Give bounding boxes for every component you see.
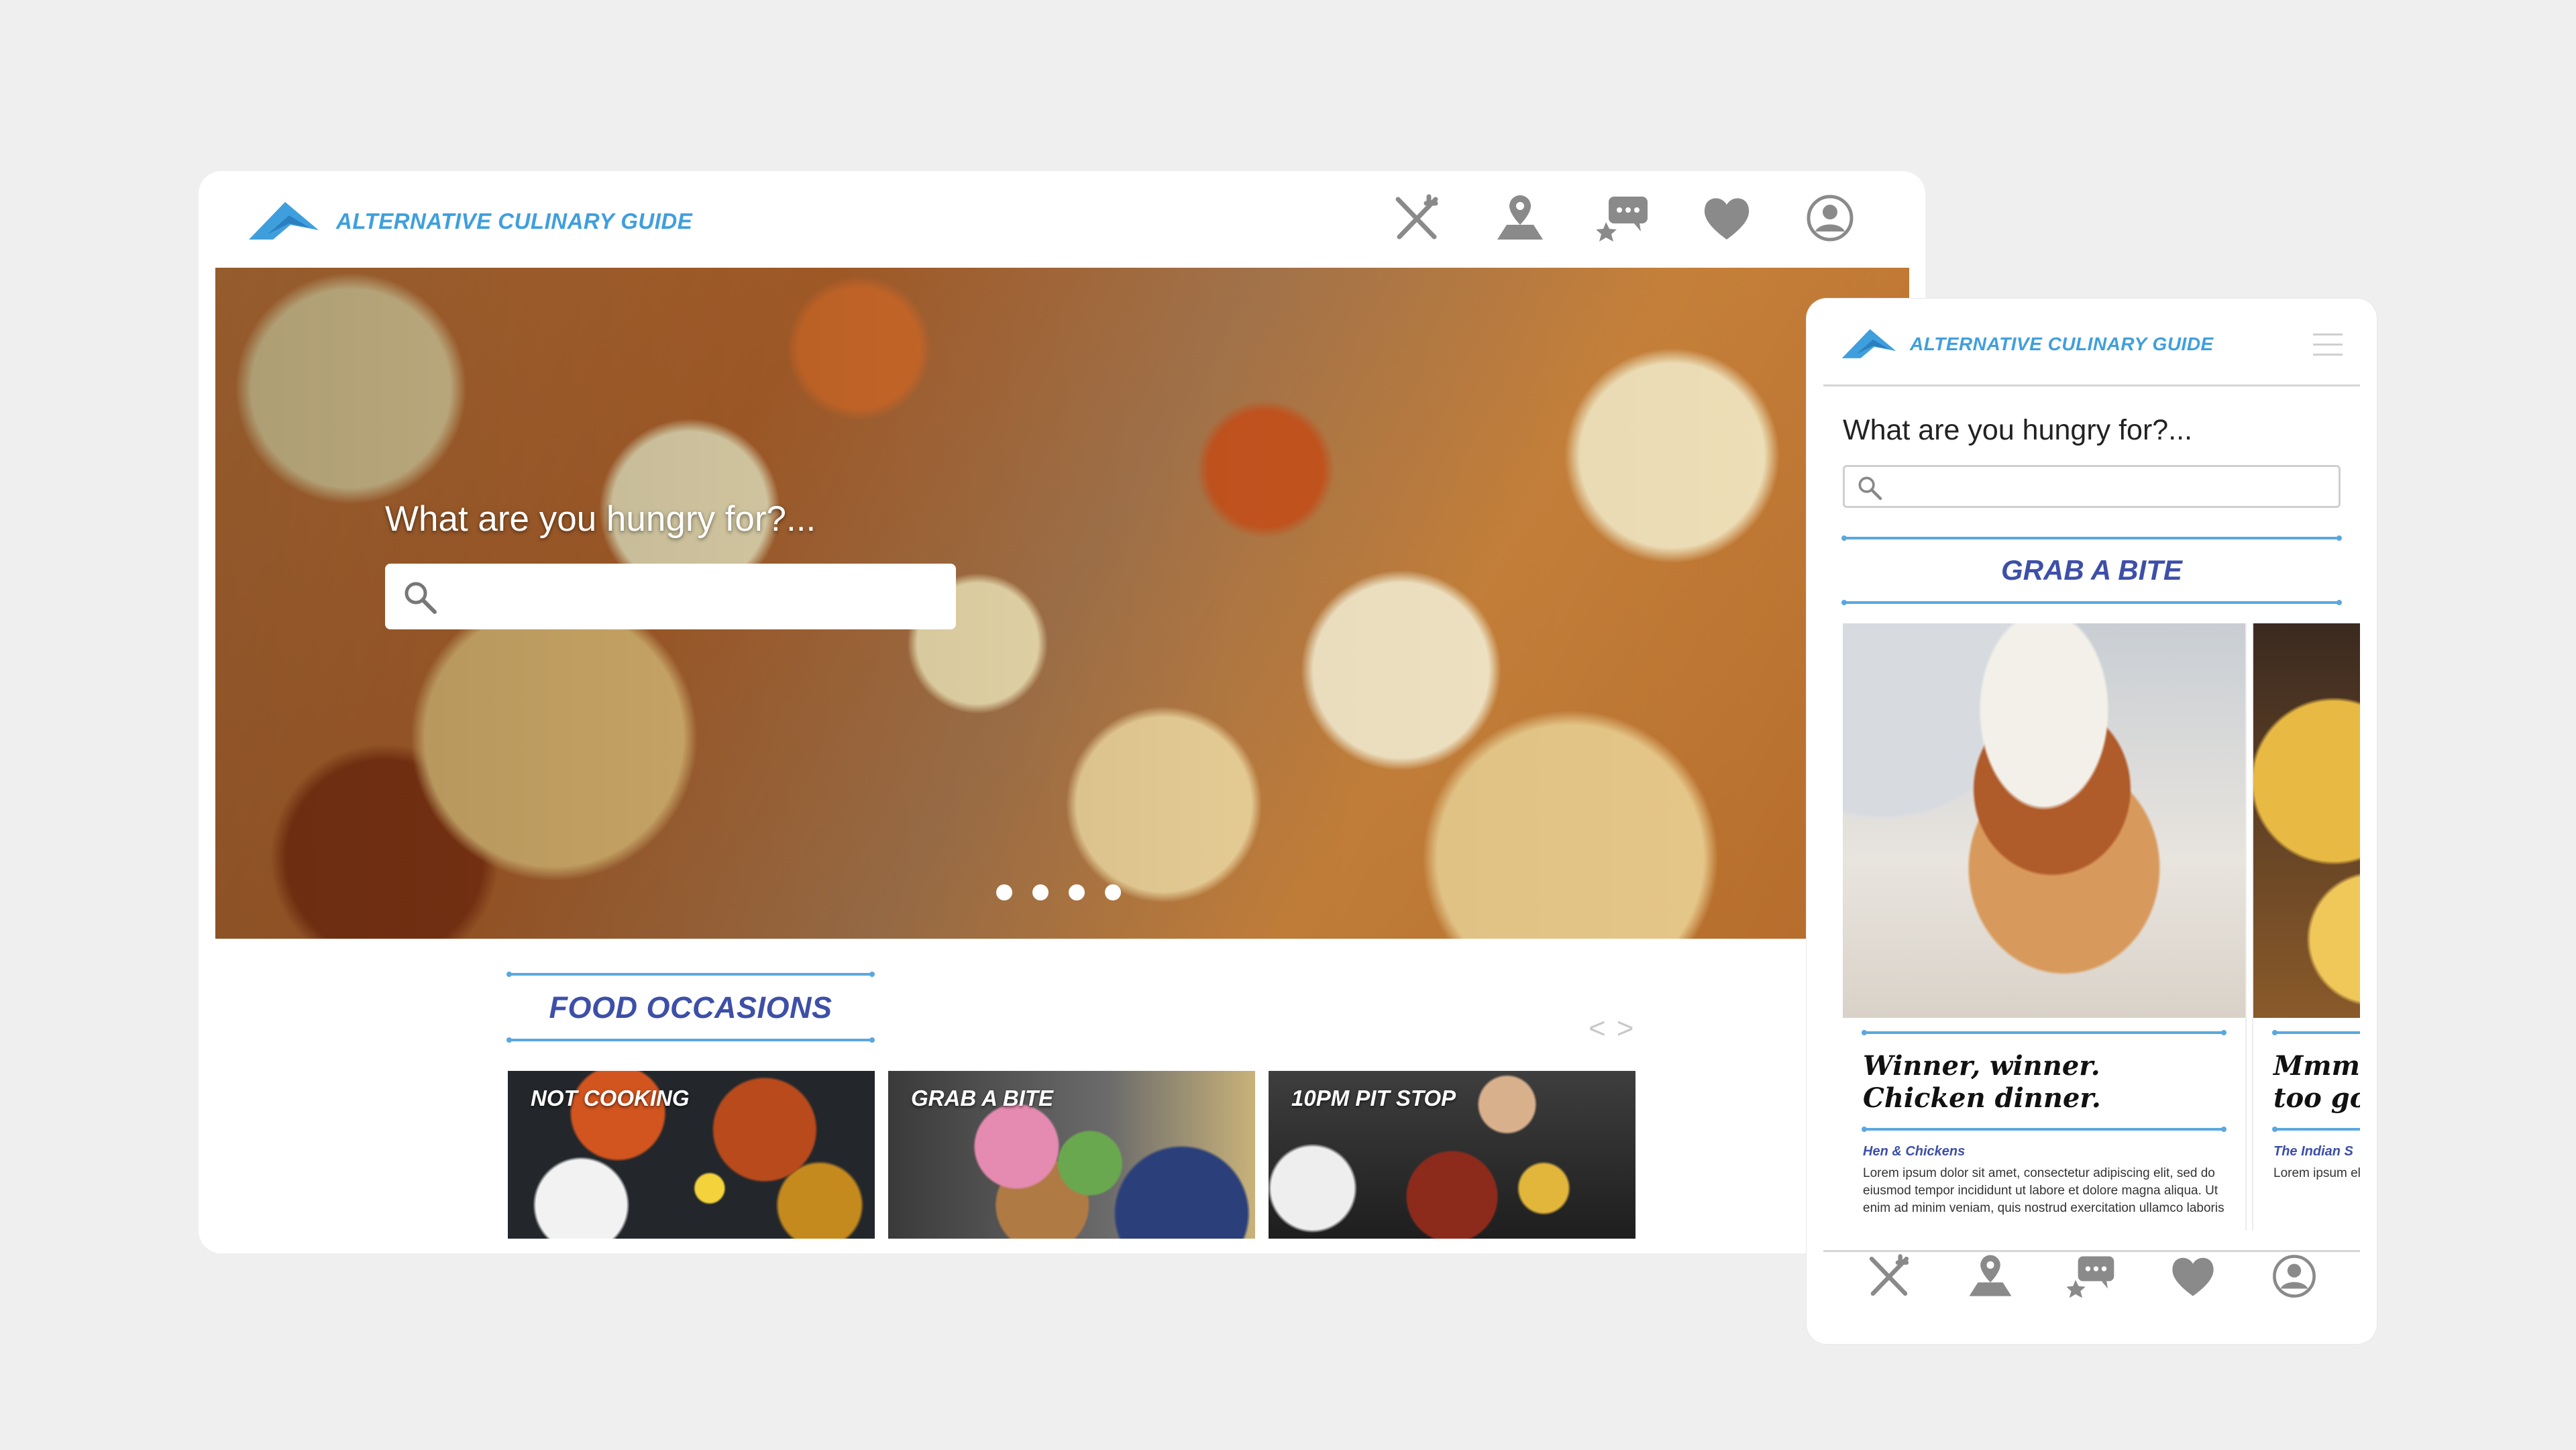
divider: [1862, 1127, 2226, 1132]
restaurant-name[interactable]: The Indian S: [2273, 1144, 2360, 1159]
reviews-icon[interactable]: [1596, 191, 1650, 245]
divider: [2272, 1127, 2360, 1132]
restaurant-card[interactable]: Winner, winner. Chicken dinner. Hen & Ch…: [1843, 623, 2245, 1231]
carousel-dot[interactable]: [1105, 884, 1121, 900]
mountain-logo-icon: [249, 202, 319, 240]
map-pin-icon[interactable]: [1493, 191, 1547, 245]
mobile-window: ALTERNATIVE CULINARY GUIDE What are you …: [1807, 299, 2377, 1344]
section-title: GRAB A BITE: [2001, 554, 2182, 586]
prev-arrow-icon[interactable]: <: [1589, 1012, 1606, 1045]
section-title: FOOD OCCASIONS: [549, 990, 833, 1025]
carousel-dot[interactable]: [1032, 884, 1049, 900]
restaurant-cards: Winner, winner. Chicken dinner. Hen & Ch…: [1843, 623, 2360, 1231]
hero-question: What are you hungry for?...: [385, 499, 816, 539]
occasions-header: FOOD OCCASIONS: [506, 972, 875, 1043]
hero-pizza-image: What are you hungry for?...: [215, 268, 1909, 939]
card-description: Lorem ipsum elit, sed do dolore magn nos…: [2273, 1166, 2360, 1180]
divider: [1862, 1030, 2226, 1035]
divider: [506, 1037, 875, 1043]
divider: [1841, 535, 2342, 541]
utensils-icon[interactable]: [1864, 1251, 1914, 1301]
carousel-dots: [996, 884, 1121, 900]
heart-icon[interactable]: [1700, 191, 1754, 245]
carousel-dot[interactable]: [1069, 884, 1085, 900]
heart-icon[interactable]: [2168, 1251, 2218, 1301]
divider: [1841, 600, 2342, 605]
skewers-fries-image: [2253, 623, 2360, 1018]
search-icon: [1858, 476, 1882, 501]
mobile-search-input[interactable]: [1843, 465, 2341, 508]
occasion-card[interactable]: NOT COOKING: [508, 1071, 875, 1239]
brand-name: ALTERNATIVE CULINARY GUIDE: [336, 209, 693, 234]
mountain-logo-icon: [1841, 329, 1896, 358]
brand-name: ALTERNATIVE CULINARY GUIDE: [1910, 333, 2214, 354]
occasion-cards: NOT COOKING GRAB A BITE 10PM PIT STOP: [508, 1071, 1635, 1239]
hero-search-input[interactable]: [385, 564, 956, 629]
occasion-card[interactable]: 10PM PIT STOP: [1269, 1071, 1635, 1239]
next-arrow-icon[interactable]: >: [1617, 1012, 1634, 1045]
divider: [2272, 1030, 2360, 1035]
desktop-window: ALTERNATIVE CULINARY GUIDE What are you …: [199, 171, 1925, 1253]
card-label: GRAB A BITE: [911, 1086, 1054, 1110]
bottom-nav: [1807, 1251, 2377, 1301]
card-headline: Mmm too go: [2273, 1050, 2360, 1114]
search-question: What are you hungry for?...: [1843, 414, 2193, 446]
logo[interactable]: ALTERNATIVE CULINARY GUIDE: [249, 201, 692, 242]
carousel-arrows: < >: [1589, 1012, 1633, 1045]
chicken-sandwich-image: [1843, 623, 2245, 1018]
reviews-icon[interactable]: [2066, 1251, 2116, 1301]
utensils-icon[interactable]: [1390, 191, 1444, 245]
user-icon[interactable]: [2269, 1251, 2319, 1301]
restaurant-name[interactable]: Hen & Chickens: [1863, 1144, 2225, 1159]
top-nav: [1390, 191, 1857, 245]
logo[interactable]: ALTERNATIVE CULINARY GUIDE: [1841, 328, 2214, 360]
divider: [506, 972, 875, 977]
search-icon: [405, 582, 437, 614]
card-label: NOT COOKING: [531, 1086, 690, 1110]
map-pin-icon[interactable]: [1966, 1251, 2015, 1301]
carousel-dot[interactable]: [996, 884, 1012, 900]
occasion-card[interactable]: GRAB A BITE: [888, 1071, 1255, 1239]
card-label: 10PM PIT STOP: [1291, 1086, 1456, 1110]
card-description: Lorem ipsum dolor sit amet, consectetur …: [1863, 1166, 2224, 1215]
hamburger-menu-icon[interactable]: [2313, 333, 2343, 364]
header-divider: [1823, 384, 2360, 386]
user-icon[interactable]: [1803, 191, 1857, 245]
card-headline: Winner, winner. Chicken dinner.: [1863, 1050, 2101, 1114]
restaurant-card[interactable]: Mmm too go The Indian S Lorem ipsum elit…: [2253, 623, 2360, 1231]
grab-a-bite-header: GRAB A BITE: [1841, 535, 2342, 605]
